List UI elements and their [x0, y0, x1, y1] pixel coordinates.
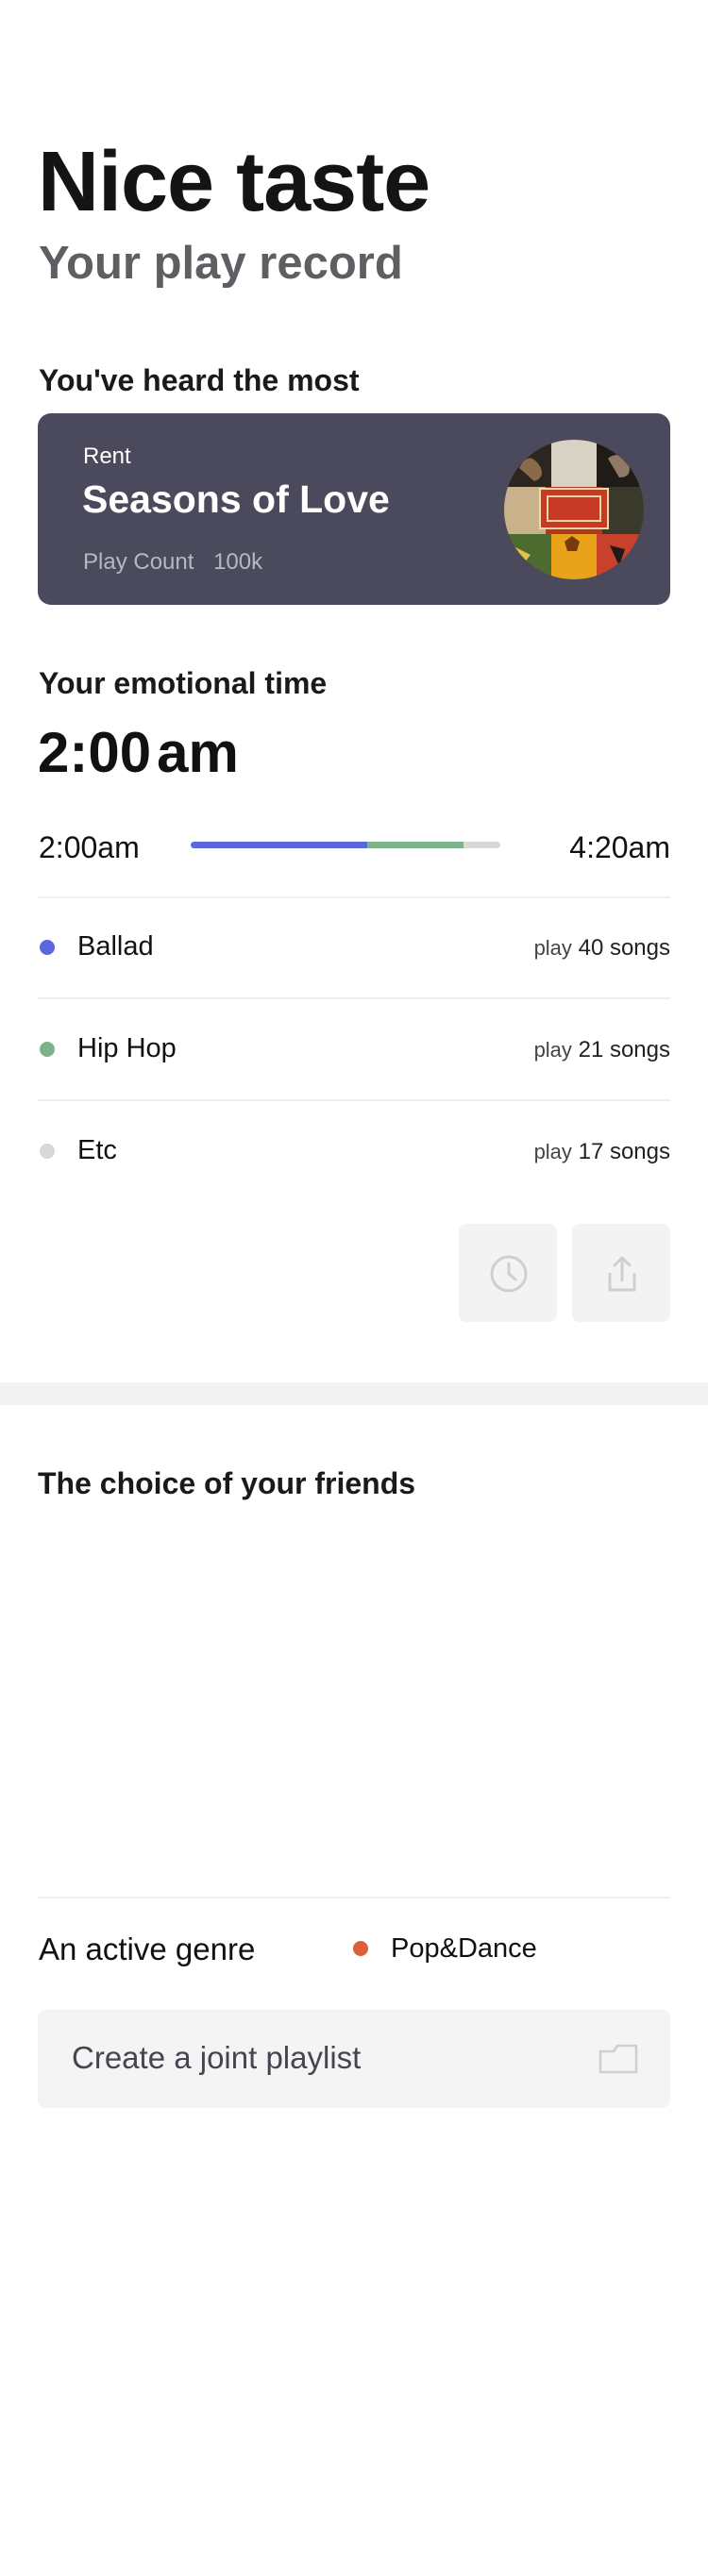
divider: [38, 1897, 670, 1899]
genre-row-ballad[interactable]: Ballad play 40 songs: [38, 924, 670, 971]
play-count: Play Count 100k: [83, 549, 262, 576]
time-suffix: am: [157, 721, 239, 784]
divider: [38, 997, 670, 999]
most-heard-title: You've heard the most: [39, 363, 360, 397]
bar-segment-ballad: [191, 842, 367, 848]
time-distribution-bar: [191, 842, 500, 848]
genre-dot: [40, 1144, 55, 1159]
friends-title: The choice of your friends: [38, 1466, 416, 1500]
history-button[interactable]: [459, 1224, 557, 1322]
artist-name: Rent: [83, 443, 131, 469]
genre-name: Etc: [77, 1135, 117, 1165]
share-icon: [608, 1256, 636, 1292]
genre-name: Hip Hop: [77, 1033, 177, 1063]
play-count-value: 100k: [213, 549, 263, 575]
song-title: Seasons of Love: [82, 477, 390, 521]
album-art: [504, 440, 644, 579]
page-title: Nice taste: [38, 135, 430, 229]
album-art-image: [504, 440, 644, 579]
most-heard-card[interactable]: Rent Seasons of Love Play Count 100k: [38, 413, 670, 605]
play-label: play: [533, 936, 572, 960]
bar-segment-hiphop: [366, 842, 464, 848]
play-label: play: [533, 1038, 572, 1062]
genre-count: play 17 songs: [534, 1139, 670, 1165]
time-value: 2:00: [38, 721, 152, 784]
play-count-label: Play Count: [83, 549, 194, 575]
song-count: 17 songs: [578, 1139, 670, 1164]
song-count: 21 songs: [578, 1037, 670, 1062]
share-button[interactable]: [572, 1224, 670, 1322]
genre-count: play 21 songs: [534, 1037, 670, 1063]
song-count: 40 songs: [578, 935, 670, 961]
section-separator: [0, 1382, 708, 1405]
active-genre-dot: [353, 1941, 368, 1956]
genre-dot: [40, 940, 55, 955]
page-subtitle: Your play record: [39, 238, 403, 289]
emotional-time-value: 2:00 am: [38, 725, 239, 781]
range-end: 4:20am: [569, 830, 670, 864]
genre-row-etc[interactable]: Etc play 17 songs: [38, 1128, 670, 1175]
emotional-time-title: Your emotional time: [39, 666, 328, 700]
active-genre-value: Pop&Dance: [391, 1933, 537, 1964]
create-joint-playlist-button[interactable]: Create a joint playlist: [38, 2010, 670, 2108]
range-start: 2:00am: [39, 830, 140, 864]
joint-playlist-label: Create a joint playlist: [72, 2040, 362, 2075]
clock-icon: [490, 1255, 528, 1293]
play-label: play: [533, 1140, 572, 1163]
folder-icon: [598, 2044, 638, 2074]
genre-name: Ballad: [77, 931, 154, 962]
genre-dot: [40, 1042, 55, 1057]
genre-row-hiphop[interactable]: Hip Hop play 21 songs: [38, 1026, 670, 1073]
bar-segment-etc: [463, 842, 500, 848]
divider: [38, 896, 670, 898]
active-genre-label: An active genre: [39, 1932, 256, 1966]
divider: [38, 1099, 670, 1101]
genre-count: play 40 songs: [534, 935, 670, 962]
